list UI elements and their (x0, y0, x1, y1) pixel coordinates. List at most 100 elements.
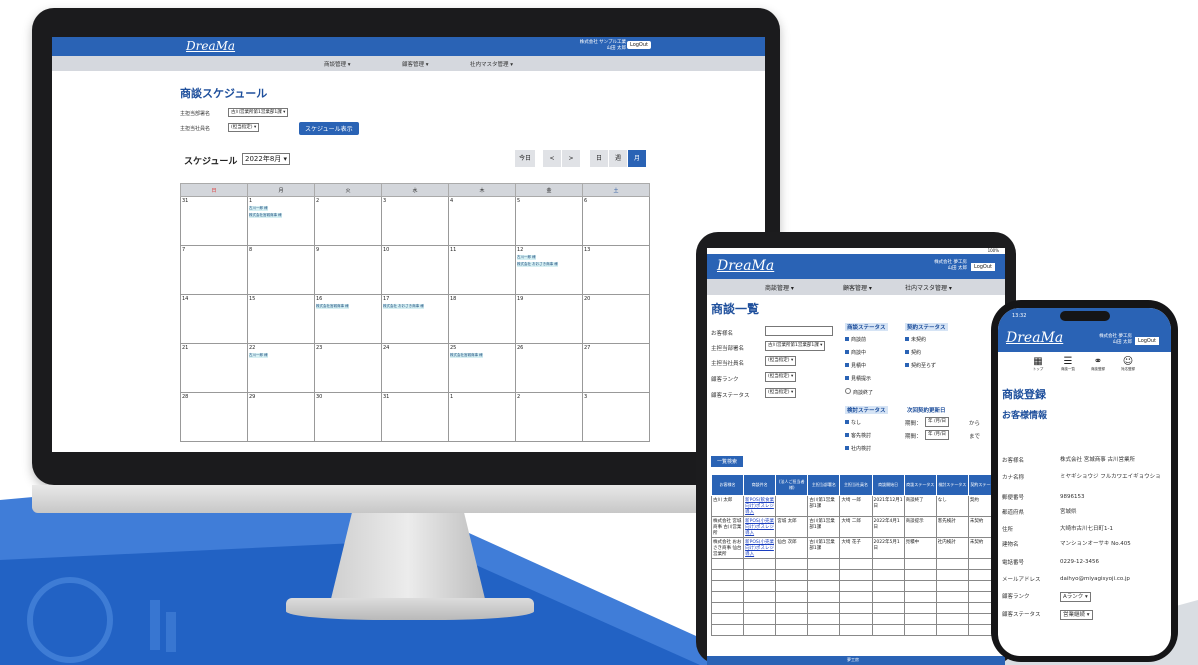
rank-select[interactable]: (担当指定) ▾ (765, 372, 797, 382)
date-to-input[interactable]: 年 /月/日 (925, 430, 949, 440)
calendar-day[interactable]: 1 (448, 392, 516, 442)
calendar-day[interactable]: 3 (582, 392, 650, 442)
deal-link[interactable]: 新POS(小売業向け)ポスレジ導入 (743, 516, 777, 538)
deal-link[interactable]: 新POS(小売業向け)ポスレジ導入 (743, 537, 777, 559)
contract-status-1[interactable]: 契約 (905, 349, 921, 356)
nav-deal-list[interactable]: ☰ 商談一覧 (1054, 356, 1082, 372)
contract-status-2[interactable]: 契約至らず (905, 362, 936, 369)
desktop-logout-button[interactable]: LogOut (627, 41, 651, 49)
calendar-day[interactable]: 31 (180, 196, 248, 246)
calendar-day[interactable]: 5 (515, 196, 583, 246)
menu-deals[interactable]: 商談管理 ▾ (324, 60, 351, 68)
calendar-day[interactable]: 20 (582, 294, 650, 344)
today-button[interactable]: 今日 (515, 150, 535, 167)
tablet-menu-customers[interactable]: 顧客管理 ▾ (843, 283, 872, 292)
calendar-day[interactable]: 6 (582, 196, 650, 246)
nav-response-register[interactable]: ☺ 対応登録 (1114, 356, 1142, 372)
calendar-day[interactable]: 18 (448, 294, 516, 344)
prev-button[interactable]: < (543, 150, 561, 167)
staff-select[interactable]: (担当指定) ▾ (228, 123, 260, 132)
review-2[interactable]: 社内検討 (845, 445, 871, 452)
calendar-day[interactable]: 3 (381, 196, 449, 246)
calendar-day[interactable]: 2 (515, 392, 583, 442)
menu-customers[interactable]: 顧客管理 ▾ (402, 60, 429, 68)
calendar-day[interactable]: 30 (314, 392, 382, 442)
calendar-day[interactable]: 24 (381, 343, 449, 393)
next-button[interactable]: > (562, 150, 580, 167)
customer-input[interactable] (765, 326, 833, 336)
nav-deal-register[interactable]: ⚭ 商談登録 (1084, 356, 1112, 372)
calendar-day[interactable]: 12 古川一郎 様株式会社 おおさき商事 様 (515, 245, 583, 295)
calendar-day[interactable]: 26 (515, 343, 583, 393)
calendar-day[interactable]: 22 古川一郎 様 (247, 343, 315, 393)
day-number: 24 (383, 345, 390, 351)
calendar-day[interactable]: 17 株式会社 おおさき商事 様 (381, 294, 449, 344)
calendar-event[interactable]: 古川一郎 様 (517, 255, 536, 260)
review-0[interactable]: なし (845, 419, 861, 426)
desktop-logo[interactable]: DreaMa (186, 39, 235, 53)
calendar-day[interactable]: 31 (381, 392, 449, 442)
tablet-logo[interactable]: DreaMa (717, 258, 774, 274)
deal-status-2[interactable]: 見積中 (845, 362, 866, 369)
tablet-menu-master[interactable]: 社内マスタ管理 ▾ (905, 283, 952, 292)
field-value[interactable]: 営業継続 ▾ (1060, 610, 1093, 620)
calendar-day[interactable]: 10 (381, 245, 449, 295)
menu-master[interactable]: 社内マスタ管理 ▾ (470, 60, 513, 68)
calendar-day[interactable]: 2 (314, 196, 382, 246)
deal-status-1[interactable]: 商談中 (845, 349, 866, 356)
calendar-event[interactable]: 古川一郎 様 (249, 206, 268, 211)
show-schedule-button[interactable]: スケジュール表示 (299, 122, 359, 135)
calendar-day[interactable]: 9 (314, 245, 382, 295)
calendar-event[interactable]: 古川一郎 様 (249, 353, 268, 358)
month-select[interactable]: 2022年8月 ▾ (242, 153, 291, 165)
contract-status-0[interactable]: 未契約 (905, 336, 926, 343)
calendar-event[interactable]: 株式会社宮城商事 様 (249, 213, 282, 218)
tablet-staff-select[interactable]: (担当指定) ▾ (765, 356, 797, 366)
deal-status-3[interactable]: 見積提示 (845, 375, 871, 382)
calendar-day[interactable]: 16 株式会社宮城商事 様 (314, 294, 382, 344)
cust-status-select[interactable]: (担当指定) ▾ (765, 388, 797, 398)
calendar-day[interactable]: 21 (180, 343, 248, 393)
review-1[interactable]: 客先検討 (845, 432, 871, 439)
tablet-footer: 夢工房 (707, 656, 1005, 665)
field-value: daihyo@miyagisyoji.co.jp (1060, 576, 1130, 582)
calendar-day[interactable]: 15 (247, 294, 315, 344)
calendar-event[interactable]: 株式会社 おおさき商事 様 (517, 262, 558, 267)
calendar-day[interactable]: 28 (180, 392, 248, 442)
customer-label: お客様名 (711, 331, 734, 337)
weekday-header: 金 (515, 183, 583, 197)
calendar-event[interactable]: 株式会社宮城商事 様 (316, 304, 349, 309)
calendar-day[interactable]: 13 (582, 245, 650, 295)
phone-logo[interactable]: DreaMa (1006, 330, 1063, 346)
day-view-button[interactable]: 日 (590, 150, 608, 167)
calendar-day[interactable]: 1 古川一郎 様株式会社宮城商事 様 (247, 196, 315, 246)
calendar-day[interactable]: 8 (247, 245, 315, 295)
month-view-button[interactable]: 月 (628, 150, 646, 167)
calendar-event[interactable]: 株式会社 おおさき商事 様 (383, 304, 424, 309)
deal-link[interactable]: 新POS(飲食業向け)ポスレジ導入 (743, 495, 777, 517)
week-view-button[interactable]: 週 (609, 150, 627, 167)
deal-status-0[interactable]: 商談前 (845, 336, 866, 343)
calendar-day[interactable]: 4 (448, 196, 516, 246)
list-search-button[interactable]: 一覧検索 (711, 456, 744, 467)
tablet-logout-button[interactable]: LogOut (971, 263, 995, 271)
calendar-event[interactable]: 株式会社宮城商事 様 (450, 353, 483, 358)
dept-select[interactable]: 古川営業所第1営業部1課 ▾ (228, 108, 289, 117)
nav-top[interactable]: ▦ トップ (1024, 356, 1052, 372)
tablet-dept-select[interactable]: 古川営業所第1営業部1課 ▾ (765, 341, 826, 351)
field-value[interactable]: Aランク ▾ (1060, 592, 1091, 602)
calendar-day[interactable]: 29 (247, 392, 315, 442)
calendar-day[interactable]: 27 (582, 343, 650, 393)
calendar-day[interactable]: 14 (180, 294, 248, 344)
table-cell: 2022年5月1日 (871, 537, 905, 559)
date-from-input[interactable]: 年 /月/日 (925, 417, 949, 427)
calendar-day[interactable]: 23 (314, 343, 382, 393)
deal-status-4[interactable]: 商談終了 (845, 388, 873, 396)
calendar-day[interactable]: 7 (180, 245, 248, 295)
calendar-day[interactable]: 19 (515, 294, 583, 344)
phone-logout-button[interactable]: LogOut (1135, 337, 1159, 345)
table-cell (743, 602, 777, 614)
calendar-day[interactable]: 11 (448, 245, 516, 295)
tablet-menu-deals[interactable]: 商談管理 ▾ (765, 283, 794, 292)
calendar-day[interactable]: 25 株式会社宮城商事 様 (448, 343, 516, 393)
